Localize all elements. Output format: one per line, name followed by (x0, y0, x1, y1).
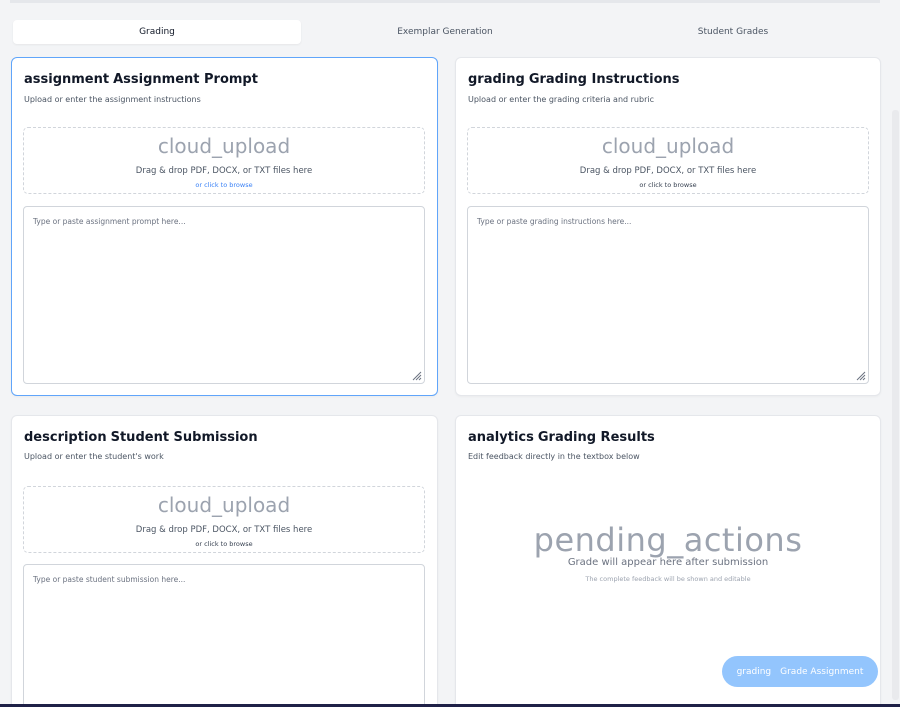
textarea-placeholder: Type or paste assignment prompt here... (33, 217, 186, 226)
assignment-dropzone[interactable]: cloud_upload Drag & drop PDF, DOCX, or T… (23, 127, 425, 194)
dropzone-text: Drag & drop PDF, DOCX, or TXT files here (135, 525, 313, 535)
browse-link[interactable]: or click to browse (24, 181, 424, 189)
tab-grading[interactable]: Grading (13, 20, 301, 44)
browse-link[interactable]: or click to browse (24, 540, 424, 548)
tab-bar: Grading Exemplar Generation Student Grad… (10, 16, 880, 48)
top-divider (10, 0, 880, 3)
resize-grip-icon[interactable] (854, 369, 866, 381)
grading-instructions-dropzone[interactable]: cloud_upload Drag & drop PDF, DOCX, or T… (467, 127, 869, 194)
tab-student-grades[interactable]: Student Grades (589, 20, 877, 44)
card-title: analytics Grading Results (468, 430, 655, 445)
submission-dropzone[interactable]: cloud_upload Drag & drop PDF, DOCX, or T… (23, 486, 425, 553)
grading-instructions-title: Grading Instructions (528, 72, 680, 87)
results-subtitle: Edit feedback directly in the textbox be… (468, 452, 640, 461)
submission-title: Student Submission (110, 430, 258, 445)
analytics-icon: analytics (468, 430, 534, 445)
scrollbar[interactable] (891, 0, 900, 707)
results-title: Grading Results (537, 430, 655, 445)
pending-actions-icon: pending_actions (533, 521, 803, 559)
textarea-placeholder: Type or paste grading instructions here.… (477, 217, 632, 226)
assignment-prompt-card: assignment Assignment Prompt Upload or en… (11, 57, 438, 396)
submission-subtitle: Upload or enter the student's work (24, 452, 164, 461)
grade-assignment-button[interactable]: grading Grade Assignment (722, 656, 878, 687)
results-placeholder-submessage: The complete feedback will be shown and … (585, 575, 751, 583)
grading-instructions-card: grading Grading Instructions Upload or en… (455, 57, 881, 396)
assignment-title: Assignment Prompt (113, 72, 258, 87)
submission-textarea[interactable]: Type or paste student submission here... (23, 564, 425, 707)
dropzone-text: Drag & drop PDF, DOCX, or TXT files here (579, 166, 757, 176)
dropzone-text: Drag & drop PDF, DOCX, or TXT files here (135, 166, 313, 176)
assignment-textarea[interactable]: Type or paste assignment prompt here... (23, 206, 425, 384)
cloud-upload-icon: cloud_upload (157, 493, 291, 517)
grading-instructions-textarea[interactable]: Type or paste grading instructions here.… (467, 206, 869, 384)
assignment-subtitle: Upload or enter the assignment instructi… (24, 95, 201, 104)
textarea-placeholder: Type or paste student submission here... (33, 575, 186, 584)
grading-instructions-subtitle: Upload or enter the grading criteria and… (468, 95, 654, 104)
grading-icon: grading (468, 72, 525, 87)
resize-grip-icon[interactable] (410, 369, 422, 381)
student-submission-card: description Student Submission Upload or … (11, 415, 438, 707)
grade-button-label: Grade Assignment (780, 666, 864, 677)
tab-exemplar-generation[interactable]: Exemplar Generation (301, 20, 589, 44)
assignment-icon: assignment (24, 72, 110, 87)
description-icon: description (24, 430, 107, 445)
scrollbar-thumb[interactable] (892, 110, 899, 700)
card-title: assignment Assignment Prompt (24, 72, 258, 87)
card-title: grading Grading Instructions (468, 72, 680, 87)
cloud-upload-icon: cloud_upload (601, 134, 735, 158)
card-title: description Student Submission (24, 430, 258, 445)
grading-page: Grading Exemplar Generation Student Grad… (0, 0, 900, 707)
browse-link[interactable]: or click to browse (468, 181, 868, 189)
cloud-upload-icon: cloud_upload (157, 134, 291, 158)
grading-icon: grading (736, 666, 772, 677)
results-placeholder-message: Grade will appear here after submission (567, 557, 769, 568)
